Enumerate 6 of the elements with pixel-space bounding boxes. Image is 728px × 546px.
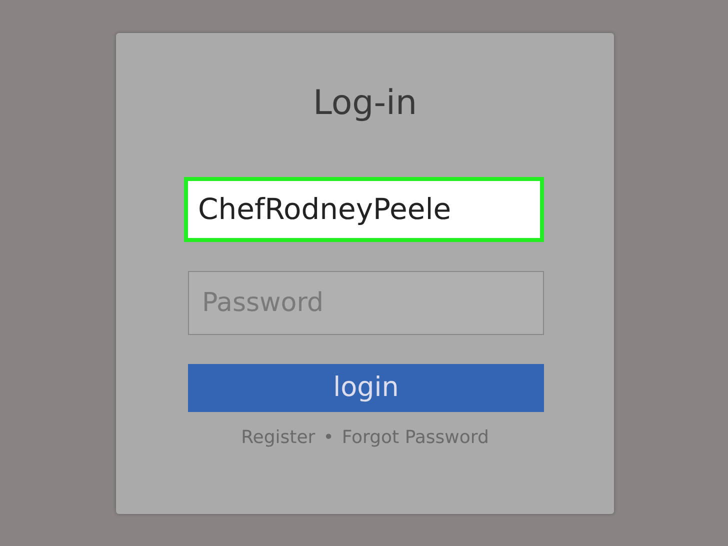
username-field[interactable]: ChefRodneyPeele [184, 176, 544, 242]
text-link[interactable]: Forgot Password [342, 424, 489, 451]
login-title: Log-in [312, 83, 418, 124]
text-link[interactable]: Register [241, 424, 316, 451]
separator-dot: • [323, 426, 334, 450]
login-button[interactable]: login [188, 364, 544, 412]
